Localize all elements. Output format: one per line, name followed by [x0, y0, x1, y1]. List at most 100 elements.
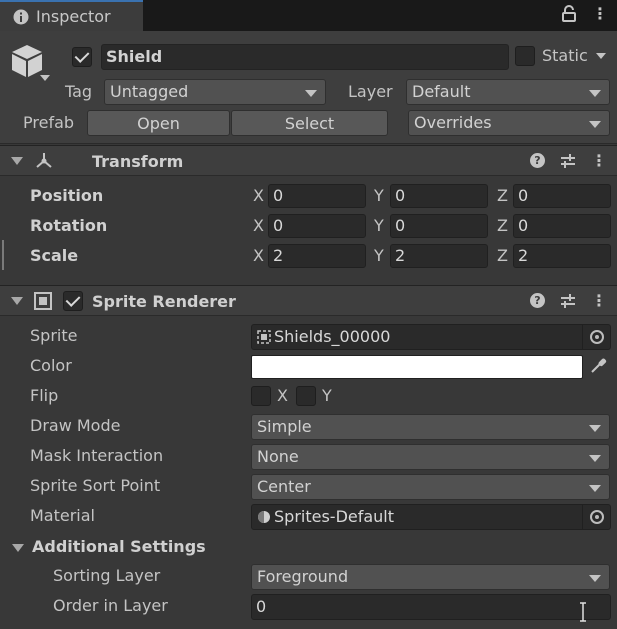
sprite-field[interactable]: Shields_00000 [251, 324, 611, 350]
rotation-x-value: 0 [273, 216, 284, 235]
chevron-down-icon [589, 121, 601, 128]
sprite-renderer-enabled-checkbox[interactable] [63, 291, 83, 311]
modified-indicator [2, 240, 4, 270]
presets-icon[interactable] [559, 292, 577, 310]
tag-value: Untagged [110, 82, 189, 101]
sprite-asset-icon [257, 330, 271, 344]
info-icon [13, 9, 29, 25]
object-picker-icon[interactable] [582, 325, 610, 349]
tag-label: Tag [65, 82, 93, 101]
sprite-renderer-header[interactable]: Sprite Renderer ? ⋮ [0, 285, 617, 316]
axis-x-label[interactable]: X [253, 188, 264, 204]
draw-mode-label: Draw Mode [30, 416, 121, 435]
prefab-select-button[interactable]: Select [231, 110, 388, 136]
presets-icon[interactable] [559, 152, 577, 170]
axis-y-label[interactable]: Y [374, 248, 384, 264]
static-label: Static [542, 46, 588, 65]
context-menu-icon[interactable]: ⋮ [591, 151, 607, 170]
draw-mode-dropdown[interactable]: Simple [251, 414, 610, 440]
help-icon[interactable]: ? [530, 293, 545, 308]
material-field[interactable]: Sprites-Default [251, 504, 611, 530]
sprite-renderer-icon [34, 292, 52, 310]
context-menu-icon[interactable]: ⋮ [591, 291, 607, 310]
position-z-value: 0 [518, 186, 529, 205]
additional-settings-label[interactable]: Additional Settings [32, 539, 206, 555]
position-z-field[interactable]: 0 [513, 184, 611, 208]
material-asset-icon [258, 511, 270, 523]
help-icon[interactable]: ? [530, 153, 545, 168]
sprite-label: Sprite [30, 326, 78, 345]
tab-title: Inspector [36, 7, 111, 26]
scale-x-field[interactable]: 2 [268, 244, 366, 268]
transform-title: Transform [92, 152, 184, 171]
color-swatch[interactable] [251, 355, 583, 379]
text-cursor-icon [580, 602, 586, 622]
open-label: Open [137, 114, 180, 133]
rotation-label: Rotation [30, 216, 108, 235]
position-y-field[interactable]: 0 [390, 184, 488, 208]
static-dropdown-icon[interactable] [596, 53, 606, 59]
tab-inspector[interactable]: Inspector [0, 0, 143, 31]
tag-dropdown[interactable]: Untagged [104, 79, 326, 105]
position-y-value: 0 [395, 186, 406, 205]
transform-header[interactable]: Transform ? ⋮ [0, 145, 617, 176]
object-picker-icon[interactable] [582, 505, 610, 529]
order-in-layer-field[interactable]: 0 [251, 594, 611, 620]
rotation-x-field[interactable]: 0 [268, 214, 366, 238]
static-checkbox[interactable] [515, 46, 535, 66]
flip-y-label: Y [322, 386, 332, 405]
scale-z-value: 2 [518, 246, 529, 265]
overrides-dropdown[interactable]: Overrides [408, 110, 610, 136]
order-in-layer-label: Order in Layer [53, 596, 168, 615]
axis-x-label[interactable]: X [253, 248, 264, 264]
position-x-field[interactable]: 0 [268, 184, 366, 208]
prefab-open-button[interactable]: Open [87, 110, 230, 136]
foldout-arrow-icon[interactable] [11, 157, 23, 165]
flip-x-label: X [277, 386, 288, 405]
scale-label: Scale [30, 246, 79, 265]
flip-y-checkbox[interactable] [296, 386, 316, 406]
chevron-down-icon [589, 90, 601, 97]
mask-interaction-dropdown[interactable]: None [251, 444, 610, 470]
layer-value: Default [412, 82, 471, 101]
overrides-label: Overrides [414, 113, 492, 132]
scale-z-field[interactable]: 2 [513, 244, 611, 268]
rotation-z-field[interactable]: 0 [513, 214, 611, 238]
axis-y-label[interactable]: Y [374, 218, 384, 234]
sprite-sort-point-value: Center [257, 477, 311, 496]
scale-y-field[interactable]: 2 [390, 244, 488, 268]
position-label: Position [30, 186, 104, 205]
additional-settings-foldout-icon[interactable] [12, 544, 24, 552]
layer-dropdown[interactable]: Default [406, 79, 610, 105]
rotation-z-value: 0 [518, 216, 529, 235]
color-label: Color [30, 356, 72, 375]
sorting-layer-value: Foreground [257, 567, 349, 586]
sprite-sort-point-label: Sprite Sort Point [30, 476, 161, 495]
axis-y-label[interactable]: Y [374, 188, 384, 204]
tab-menu-icon[interactable]: ⋮ [592, 4, 608, 23]
eyedropper-icon[interactable] [588, 356, 608, 376]
icon-dropdown-arrow-icon[interactable] [40, 75, 50, 81]
axis-z-label[interactable]: Z [497, 248, 508, 264]
axis-x-label[interactable]: X [253, 218, 264, 234]
sorting-layer-dropdown[interactable]: Foreground [251, 564, 610, 590]
flip-x-checkbox[interactable] [251, 386, 271, 406]
rotation-y-value: 0 [395, 216, 406, 235]
rotation-y-field[interactable]: 0 [390, 214, 488, 238]
object-name-field[interactable]: Shield [101, 44, 509, 70]
axis-z-label[interactable]: Z [497, 188, 508, 204]
active-checkbox[interactable] [72, 47, 92, 67]
axis-z-label[interactable]: Z [497, 218, 508, 234]
order-in-layer-value: 0 [256, 597, 267, 616]
lock-icon[interactable] [561, 5, 577, 23]
sprite-sort-point-dropdown[interactable]: Center [251, 474, 610, 500]
position-x-value: 0 [273, 186, 284, 205]
foldout-arrow-icon[interactable] [11, 297, 23, 305]
gameobject-cube-icon [12, 45, 42, 77]
gameobject-header: Shield Static Tag Untagged Layer Default… [0, 31, 617, 144]
sorting-layer-label: Sorting Layer [53, 566, 161, 585]
chevron-down-icon [305, 90, 317, 97]
sprite-renderer-title: Sprite Renderer [92, 292, 236, 311]
select-label: Select [284, 114, 335, 133]
mask-interaction-label: Mask Interaction [30, 446, 164, 465]
